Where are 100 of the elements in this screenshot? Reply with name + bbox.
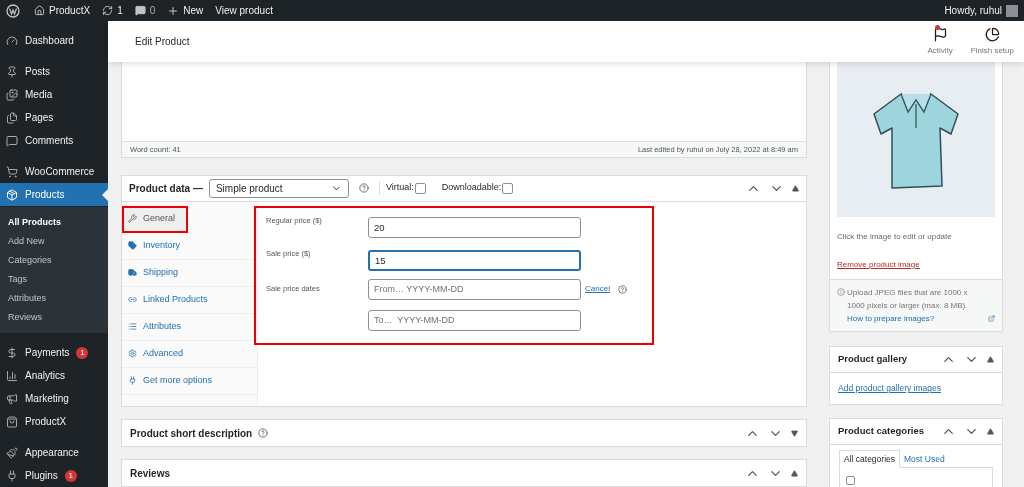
- downloadable-label: Downloadable:: [441, 181, 502, 195]
- home-icon[interactable]: [34, 5, 45, 16]
- info-icon: [837, 288, 845, 296]
- sidebar-item[interactable]: Posts: [0, 60, 108, 83]
- remove-image-link[interactable]: Remove product image: [837, 259, 920, 271]
- sidebar-item-icon: [6, 369, 18, 382]
- sidebar-item-icon: [6, 415, 18, 428]
- upload-note-text: Upload JPEG files that are 1000 x 1000 pixels or larger (max. 8 MB). How to prepare images?: [847, 287, 969, 325]
- add-gallery-link[interactable]: Add product gallery images: [838, 382, 941, 395]
- comments-icon[interactable]: [134, 5, 146, 16]
- sidebar-item[interactable]: Comments: [0, 129, 108, 152]
- product-image[interactable]: [837, 62, 995, 217]
- site-link[interactable]: ProductX: [49, 3, 91, 18]
- sidebar-item[interactable]: Dashboard: [0, 29, 108, 52]
- tab-icon: [128, 295, 137, 305]
- downloadable-checkbox[interactable]: [502, 182, 514, 194]
- updates-count[interactable]: 1: [117, 3, 123, 18]
- collapse-icon[interactable]: [987, 356, 994, 363]
- panel-title[interactable]: Reviews: [130, 465, 171, 481]
- view-product-link[interactable]: View product: [215, 3, 273, 18]
- expand-icon[interactable]: [791, 429, 798, 437]
- image-caption: Click the image to edit or update: [837, 231, 953, 243]
- date-from-input[interactable]: From… YYYY-MM-DD: [368, 278, 581, 300]
- tab-icon: [128, 268, 137, 278]
- count-badge: 1: [64, 469, 77, 482]
- submenu-item[interactable]: Tags: [0, 270, 108, 289]
- product-data-tab[interactable]: Attributes: [122, 313, 257, 341]
- collapse-icon[interactable]: [791, 469, 798, 477]
- help-icon[interactable]: [617, 284, 627, 294]
- wordpress-logo-icon[interactable]: [6, 3, 20, 18]
- collapse-icon[interactable]: [792, 184, 799, 192]
- category-tab[interactable]: Most Used: [900, 450, 949, 468]
- sidebar-item-icon: [6, 34, 18, 47]
- virtual-label: Virtual:: [385, 181, 414, 195]
- tab-icon: [128, 241, 137, 251]
- greeting-link[interactable]: Howdy, ruhul: [944, 3, 1002, 18]
- comments-count[interactable]: 0: [149, 3, 156, 18]
- submenu-item[interactable]: Categories: [0, 251, 108, 270]
- price-input[interactable]: 15: [368, 249, 581, 271]
- product-data-tab[interactable]: Linked Products: [122, 286, 257, 314]
- page-title: Edit Product: [135, 35, 190, 49]
- count-badge: 1: [76, 346, 89, 359]
- sidebar-item[interactable]: Products: [0, 183, 108, 206]
- panel-title: Product categories: [838, 424, 925, 439]
- header-action[interactable]: Finish setup: [968, 26, 1016, 57]
- sidebar-item-icon: [6, 188, 18, 201]
- external-link-icon: [988, 315, 995, 322]
- tab-icon: [128, 349, 137, 359]
- avatar-placeholder[interactable]: [1006, 4, 1018, 17]
- sidebar-item[interactable]: Plugins 1: [0, 464, 108, 487]
- product-data-tab[interactable]: Get more options: [122, 367, 257, 395]
- virtual-checkbox[interactable]: [414, 182, 426, 194]
- product-data-tab[interactable]: Advanced: [122, 340, 257, 368]
- panel-title[interactable]: Product short description: [130, 425, 253, 441]
- help-icon[interactable]: [358, 183, 369, 194]
- cancel-link[interactable]: Cancel: [585, 283, 610, 296]
- sidebar-item[interactable]: Appearance: [0, 441, 108, 464]
- sidebar-item-icon: [6, 111, 18, 124]
- submenu-item[interactable]: All Products: [0, 213, 108, 232]
- submenu-item[interactable]: Reviews: [0, 308, 108, 327]
- product-data-tab[interactable]: Inventory: [122, 232, 257, 260]
- sidebar-item[interactable]: ProductX: [0, 410, 108, 433]
- sidebar-item-icon: [6, 446, 18, 459]
- category-checkbox[interactable]: [846, 476, 855, 485]
- submenu-item[interactable]: Add New: [0, 232, 108, 251]
- sidebar-item-icon: [6, 134, 18, 147]
- tab-icon: [128, 376, 137, 386]
- product-data-tab[interactable]: General: [122, 205, 188, 233]
- sidebar-item-icon: [6, 469, 18, 482]
- header-action[interactable]: Activity: [925, 26, 955, 57]
- sidebar-item[interactable]: Analytics: [0, 364, 108, 387]
- current-indicator-icon: [102, 189, 108, 201]
- sidebar-item-icon: [6, 392, 18, 405]
- updates-icon[interactable]: [102, 5, 114, 16]
- panel-title: Product gallery: [838, 352, 908, 367]
- sidebar-item[interactable]: WooCommerce: [0, 160, 108, 183]
- sidebar-item[interactable]: Marketing: [0, 387, 108, 410]
- sidebar-item-icon: [6, 346, 18, 359]
- sidebar-item-icon: [6, 165, 18, 178]
- sidebar-item[interactable]: Media: [0, 83, 108, 106]
- product-type-select[interactable]: Simple product: [208, 178, 349, 198]
- flag-icon: [932, 26, 948, 42]
- submenu-item[interactable]: Attributes: [0, 289, 108, 308]
- progress-icon: [984, 26, 1000, 42]
- date-to-input[interactable]: To… YYYY-MM-DD: [368, 309, 581, 331]
- prepare-images-link[interactable]: How to prepare images?: [847, 314, 935, 323]
- sidebar-item-icon: [6, 65, 18, 78]
- category-tab[interactable]: All categories: [839, 450, 901, 468]
- tab-icon: [128, 214, 137, 224]
- new-link[interactable]: New: [183, 3, 204, 18]
- sidebar-item[interactable]: Payments 1: [0, 341, 108, 364]
- panel-title: Product data —: [129, 181, 203, 196]
- tab-icon: [128, 322, 137, 332]
- help-icon[interactable]: [258, 428, 269, 438]
- product-data-tab[interactable]: Shipping: [122, 259, 257, 287]
- plus-icon[interactable]: [167, 4, 180, 17]
- sidebar-item-icon: [6, 88, 18, 101]
- sidebar-item[interactable]: Pages: [0, 106, 108, 129]
- price-input[interactable]: 20: [368, 216, 581, 238]
- collapse-icon[interactable]: [987, 428, 994, 435]
